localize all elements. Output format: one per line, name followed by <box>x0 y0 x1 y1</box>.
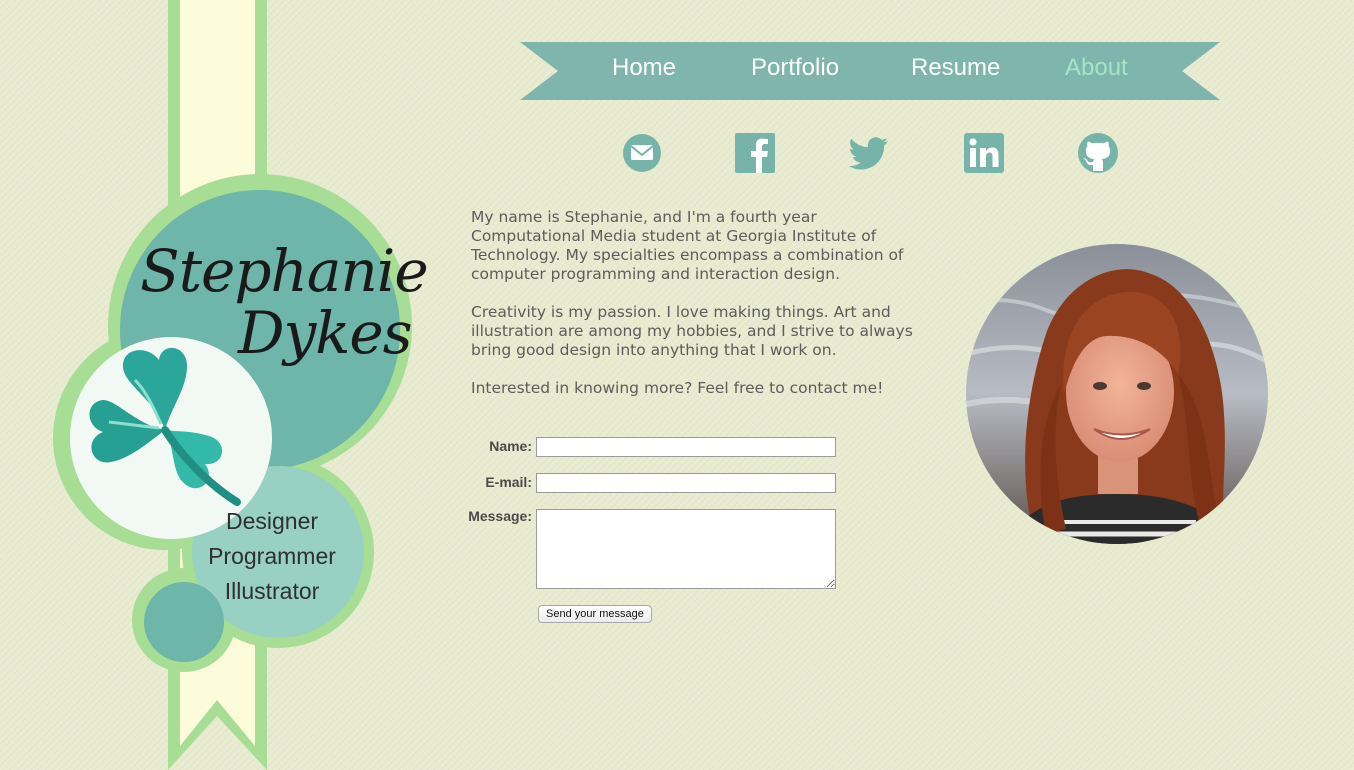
main-nav: Home Portfolio Resume About <box>520 42 1220 100</box>
message-label: Message: <box>468 508 532 524</box>
email-icon[interactable] <box>621 132 663 174</box>
name-field[interactable] <box>536 437 836 457</box>
facebook-icon[interactable] <box>734 132 776 174</box>
role-programmer: Programmer <box>208 543 336 569</box>
nav-home[interactable]: Home <box>612 54 676 82</box>
send-message-button[interactable]: Send your message <box>538 605 652 623</box>
role-designer: Designer <box>225 508 319 534</box>
email-field[interactable] <box>536 473 836 493</box>
about-paragraph: Creativity is my passion. I love making … <box>471 303 913 359</box>
role-illustrator: Illustrator <box>224 578 320 604</box>
linkedin-icon[interactable] <box>963 132 1005 174</box>
nav-resume[interactable]: Resume <box>911 54 1000 82</box>
badge-graphic <box>53 0 412 770</box>
logo-badge: Stephanie Dykes Designer Programmer Illu… <box>0 0 440 770</box>
portrait-photo <box>966 244 1268 544</box>
first-name: Stephanie <box>140 237 429 305</box>
message-field[interactable] <box>536 509 836 589</box>
nav-portfolio[interactable]: Portfolio <box>751 54 839 82</box>
github-icon[interactable] <box>1077 132 1119 174</box>
twitter-icon[interactable] <box>848 132 890 174</box>
email-label: E-mail: <box>485 474 532 490</box>
name-label: Name: <box>489 438 532 454</box>
nav-about[interactable]: About <box>1065 54 1128 82</box>
about-text: My name is Stephanie, and I'm a fourth y… <box>471 208 921 417</box>
last-name: Dykes <box>238 299 413 367</box>
badge-name: Stephanie Dykes <box>140 237 429 367</box>
about-paragraph: My name is Stephanie, and I'm a fourth y… <box>471 208 904 283</box>
about-paragraph: Interested in knowing more? Feel free to… <box>471 379 884 397</box>
roles-list: Designer Programmer Illustrator <box>192 504 352 609</box>
